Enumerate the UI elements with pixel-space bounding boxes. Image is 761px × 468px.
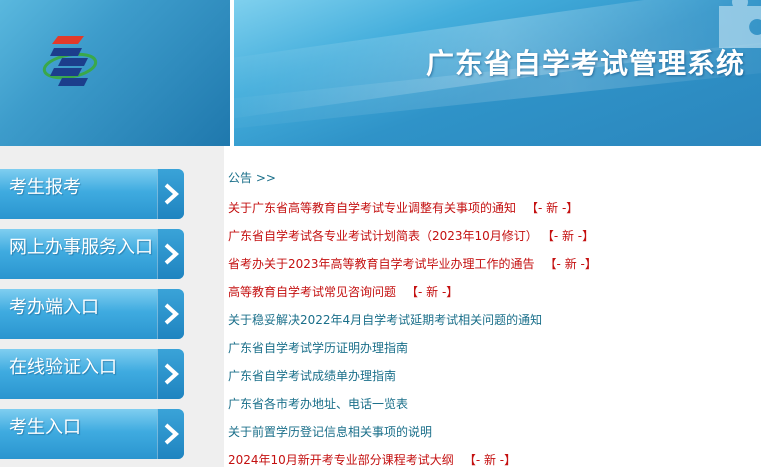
nav-button-online-verification[interactable]: 在线验证入口 xyxy=(0,349,184,399)
nav-button-label: 考生报考 xyxy=(9,177,81,198)
announcement-link[interactable]: 省考办关于2023年高等教育自学考试毕业办理工作的通告 xyxy=(228,257,535,271)
title-banner: 广东省自学考试管理系统 xyxy=(234,0,761,146)
announcement-link[interactable]: 关于前置学历登记信息相关事项的说明 xyxy=(228,425,432,439)
sidebar: 考生报考 网上办事服务入口 考办端入口 在线验证入口 考生入口 xyxy=(0,146,224,467)
nav-button-label: 考办端入口 xyxy=(9,297,99,318)
header: 广东省自学考试管理系统 xyxy=(0,0,761,146)
announcement-link[interactable]: 关于稳妥解决2022年4月自学考试延期考试相关问题的通知 xyxy=(228,313,542,327)
announcement-link[interactable]: 广东省自学考试学历证明办理指南 xyxy=(228,341,408,355)
announcement-item[interactable]: 广东省自学考试成绩单办理指南 xyxy=(228,367,396,384)
announcement-section-title[interactable]: 公告 >> xyxy=(228,169,276,186)
announcement-link[interactable]: 2024年10月新开考专业部分课程考试大纲 xyxy=(228,453,454,467)
announcement-item[interactable]: 2024年10月新开考专业部分课程考试大纲 【- 新 -】 xyxy=(228,451,516,468)
nav-button-label: 网上办事服务入口 xyxy=(9,237,153,258)
nav-button-label: 考生入口 xyxy=(9,417,81,438)
announcement-link[interactable]: 关于广东省高等教育自学考试专业调整有关事项的通知 xyxy=(228,201,516,215)
chevron-right-icon xyxy=(164,243,179,265)
chevron-right-icon xyxy=(164,303,179,325)
new-badge: 【- 新 -】 xyxy=(406,285,459,299)
nav-button-candidate-login[interactable]: 考生入口 xyxy=(0,409,184,459)
nav-button-label: 在线验证入口 xyxy=(9,357,117,378)
chevron-right-icon xyxy=(164,183,179,205)
nav-button-online-services[interactable]: 网上办事服务入口 xyxy=(0,229,184,279)
chevron-right-icon xyxy=(164,363,179,385)
new-badge: 【- 新 -】 xyxy=(526,201,579,215)
nav-arrow xyxy=(157,409,184,459)
announcement-item[interactable]: 广东省自学考试学历证明办理指南 xyxy=(228,339,408,356)
announcement-link[interactable]: 广东省各市考办地址、电话一览表 xyxy=(228,397,408,411)
new-badge: 【- 新 -】 xyxy=(463,453,517,467)
new-badge: 【- 新 -】 xyxy=(547,229,595,243)
announcement-item[interactable]: 关于前置学历登记信息相关事项的说明 xyxy=(228,423,432,440)
new-badge: 【- 新 -】 xyxy=(544,257,597,271)
nav-arrow xyxy=(157,289,184,339)
announcement-link[interactable]: 广东省自学考试成绩单办理指南 xyxy=(228,369,396,383)
announcement-item[interactable]: 高等教育自学考试常见咨询问题 【- 新 -】 xyxy=(228,283,458,300)
announcement-item[interactable]: 广东省各市考办地址、电话一览表 xyxy=(228,395,408,412)
chevron-right-icon xyxy=(164,423,179,445)
announcement-panel: 公告 >> 关于广东省高等教育自学考试专业调整有关事项的通知 【- 新 -】 广东… xyxy=(228,146,761,467)
announcement-item[interactable]: 关于稳妥解决2022年4月自学考试延期考试相关问题的通知 xyxy=(228,311,542,328)
announcement-link[interactable]: 广东省自学考试各专业考试计划简表（2023年10月修订） xyxy=(228,229,538,243)
nav-arrow xyxy=(157,349,184,399)
nav-arrow xyxy=(157,229,184,279)
page-title: 广东省自学考试管理系统 xyxy=(425,47,745,80)
logo-panel xyxy=(0,0,230,146)
announcement-item[interactable]: 省考办关于2023年高等教育自学考试毕业办理工作的通告 【- 新 -】 xyxy=(228,255,597,272)
nav-arrow xyxy=(157,169,184,219)
announcement-item[interactable]: 关于广东省高等教育自学考试专业调整有关事项的通知 【- 新 -】 xyxy=(228,199,578,216)
nav-button-exam-registration[interactable]: 考生报考 xyxy=(0,169,184,219)
nav-button-office-portal[interactable]: 考办端入口 xyxy=(0,289,184,339)
announcement-link[interactable]: 高等教育自学考试常见咨询问题 xyxy=(228,285,396,299)
exam-logo-icon xyxy=(38,30,102,94)
announcement-item[interactable]: 广东省自学考试各专业考试计划简表（2023年10月修订） 【- 新 -】 xyxy=(228,227,594,244)
